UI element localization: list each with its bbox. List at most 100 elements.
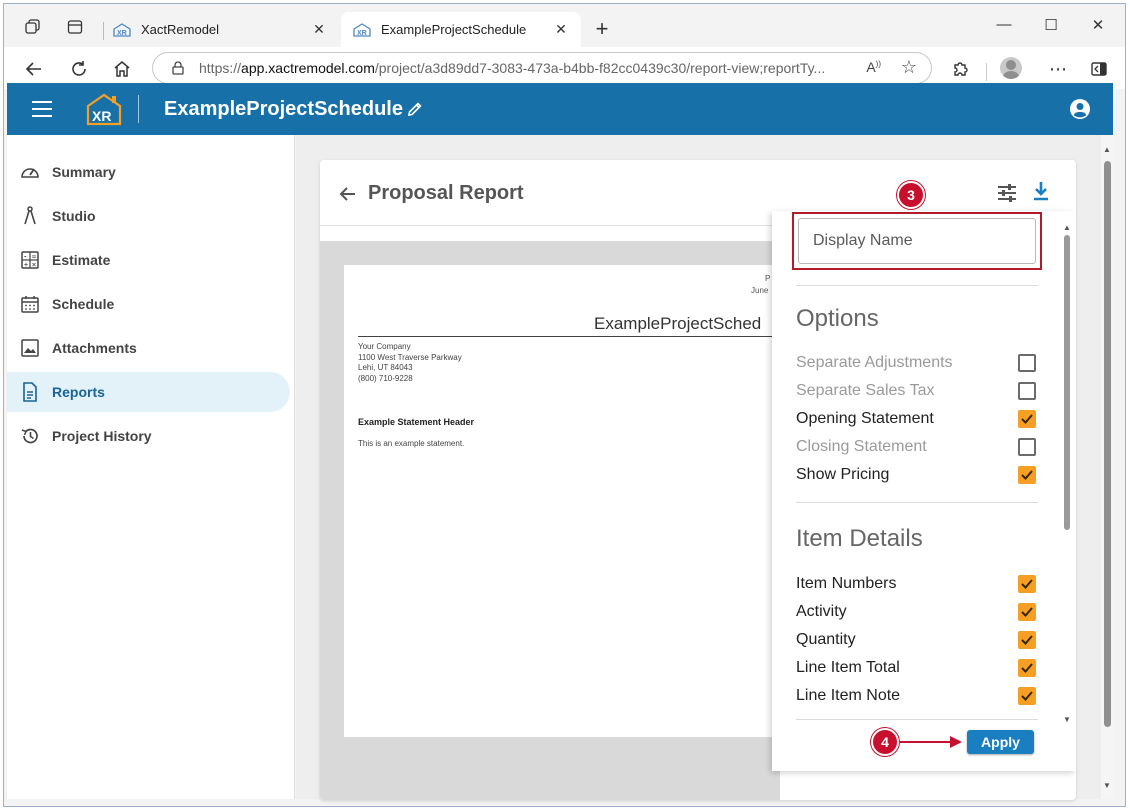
xactremodel-logo[interactable]: XR bbox=[85, 92, 123, 126]
home-icon[interactable] bbox=[108, 55, 136, 83]
pencil-icon[interactable] bbox=[407, 101, 423, 117]
checkbox[interactable] bbox=[1018, 687, 1036, 705]
option-line-item-total[interactable]: Line Item Total bbox=[796, 656, 1036, 680]
tab-xactremodel[interactable]: XR XactRemodel ✕ bbox=[101, 12, 339, 47]
extensions-icon[interactable] bbox=[946, 55, 974, 83]
checkmark-icon bbox=[1021, 663, 1033, 673]
tab-actions-icon[interactable] bbox=[62, 14, 88, 40]
checkbox[interactable] bbox=[1018, 631, 1036, 649]
workspaces-icon[interactable] bbox=[20, 14, 46, 40]
document-icon bbox=[20, 382, 40, 402]
checkmark-icon bbox=[1021, 414, 1033, 424]
checkbox[interactable] bbox=[1018, 466, 1036, 484]
history-icon bbox=[20, 426, 40, 446]
menu-icon[interactable] bbox=[32, 101, 52, 117]
svg-text:XR: XR bbox=[357, 30, 367, 37]
sidebar-item-attachments[interactable]: Attachments bbox=[7, 328, 290, 368]
report-preview: P June ExampleProjectSched Your Company … bbox=[320, 241, 784, 800]
company-address: Your Company 1100 West Traverse Parkway … bbox=[358, 342, 462, 383]
sidebar-item-schedule[interactable]: Schedule bbox=[7, 284, 290, 324]
sidebar-item-summary[interactable]: Summary bbox=[7, 152, 290, 192]
divider bbox=[796, 285, 1038, 286]
refresh-icon[interactable] bbox=[65, 55, 93, 83]
option-closing-statement[interactable]: Closing Statement bbox=[796, 435, 1036, 459]
favorite-star-icon[interactable]: ☆ bbox=[901, 57, 917, 78]
option-quantity[interactable]: Quantity bbox=[796, 628, 1036, 652]
options-title: Options bbox=[796, 305, 879, 332]
callout-arrow-icon bbox=[900, 736, 962, 748]
scroll-up-icon[interactable]: ▲ bbox=[1063, 223, 1071, 232]
new-tab-button[interactable]: + bbox=[589, 16, 615, 42]
checkbox[interactable] bbox=[1018, 575, 1036, 593]
checkbox[interactable] bbox=[1018, 382, 1036, 400]
xr-favicon-icon: XR bbox=[353, 22, 371, 37]
checkmark-icon bbox=[1021, 607, 1033, 617]
page-label: P bbox=[765, 274, 771, 283]
statement-text: This is an example statement. bbox=[358, 439, 465, 448]
window-close-icon[interactable]: ✕ bbox=[1078, 16, 1118, 34]
tab-label: XactRemodel bbox=[141, 22, 220, 37]
page-scroll-thumb[interactable] bbox=[1104, 161, 1111, 727]
sidebar-item-label: Studio bbox=[52, 208, 96, 224]
option-activity[interactable]: Activity bbox=[796, 600, 1036, 624]
download-icon[interactable] bbox=[1030, 180, 1052, 202]
maximize-icon[interactable]: ☐ bbox=[1031, 16, 1071, 34]
display-name-input[interactable] bbox=[798, 218, 1036, 264]
header-divider bbox=[138, 95, 139, 123]
tab-exampleprojectschedule[interactable]: XR ExampleProjectSchedule ✕ bbox=[341, 12, 581, 47]
checkbox[interactable] bbox=[1018, 354, 1036, 372]
title-rule bbox=[358, 336, 784, 337]
read-aloud-icon[interactable]: A)) bbox=[866, 59, 881, 75]
toolbar-divider bbox=[986, 63, 987, 81]
sidebar-item-project-history[interactable]: Project History bbox=[7, 416, 290, 456]
checkmark-icon bbox=[1021, 691, 1033, 701]
report-card: Proposal Report P June ExampleProjectSch… bbox=[320, 160, 1076, 800]
minimize-icon[interactable]: — bbox=[984, 16, 1024, 33]
panel-scroll-thumb[interactable] bbox=[1064, 235, 1070, 530]
close-tab-icon[interactable]: ✕ bbox=[553, 21, 569, 38]
checkbox[interactable] bbox=[1018, 603, 1036, 621]
option-separate-sales-tax[interactable]: Separate Sales Tax bbox=[796, 379, 1036, 403]
scroll-up-icon[interactable]: ▲ bbox=[1103, 145, 1111, 154]
option-show-pricing[interactable]: Show Pricing bbox=[796, 463, 1036, 487]
more-menu-icon[interactable]: ⋯ bbox=[1044, 55, 1072, 83]
report-title: Proposal Report bbox=[368, 182, 524, 204]
checkbox[interactable] bbox=[1018, 659, 1036, 677]
divider bbox=[796, 502, 1038, 503]
project-title: ExampleProjectSchedule bbox=[164, 98, 403, 120]
address-bar[interactable]: https://app.xactremodel.com/project/a3d8… bbox=[152, 52, 932, 84]
sidebar-item-label: Estimate bbox=[52, 252, 111, 268]
compass-icon bbox=[20, 206, 40, 226]
page-scrollbar[interactable]: ▲ ▼ bbox=[1101, 135, 1113, 799]
close-tab-icon[interactable]: ✕ bbox=[311, 21, 327, 38]
option-opening-statement[interactable]: Opening Statement bbox=[796, 407, 1036, 431]
url-text: https://app.xactremodel.com/project/a3d8… bbox=[199, 60, 826, 76]
lock-icon bbox=[171, 61, 185, 75]
arrow-back-icon[interactable] bbox=[338, 184, 358, 204]
sidebar-item-reports[interactable]: Reports bbox=[7, 372, 290, 412]
option-separate-adjustments[interactable]: Separate Adjustments bbox=[796, 351, 1036, 375]
app-header: XR ExampleProjectSchedule bbox=[7, 83, 1113, 135]
sidebar-item-estimate[interactable]: - = + × Estimate bbox=[7, 240, 290, 280]
back-icon[interactable] bbox=[20, 55, 48, 83]
tab-label: ExampleProjectSchedule bbox=[381, 22, 527, 37]
scroll-down-icon[interactable]: ▼ bbox=[1063, 715, 1071, 724]
step-4-callout: 4 bbox=[871, 728, 899, 756]
sidebar-toggle-icon[interactable] bbox=[1085, 55, 1113, 83]
profile-avatar-icon[interactable] bbox=[1000, 57, 1022, 79]
panel-scrollbar[interactable]: ▲ ▼ bbox=[1063, 223, 1071, 724]
tune-settings-icon[interactable] bbox=[996, 182, 1018, 204]
calendar-icon bbox=[20, 294, 40, 314]
account-circle-icon[interactable] bbox=[1069, 98, 1091, 120]
scroll-down-icon[interactable]: ▼ bbox=[1103, 781, 1111, 790]
option-line-item-note[interactable]: Line Item Note bbox=[796, 684, 1036, 708]
sidebar-item-studio[interactable]: Studio bbox=[7, 196, 290, 236]
checkmark-icon bbox=[1021, 579, 1033, 589]
sidebar-item-label: Summary bbox=[52, 164, 116, 180]
option-item-numbers[interactable]: Item Numbers bbox=[796, 572, 1036, 596]
sidebar-item-label: Project History bbox=[52, 428, 152, 444]
tab-strip: XR XactRemodel ✕ XR ExampleProjectSchedu… bbox=[4, 4, 1125, 47]
checkbox[interactable] bbox=[1018, 438, 1036, 456]
apply-button[interactable]: Apply bbox=[967, 730, 1034, 754]
checkbox[interactable] bbox=[1018, 410, 1036, 428]
